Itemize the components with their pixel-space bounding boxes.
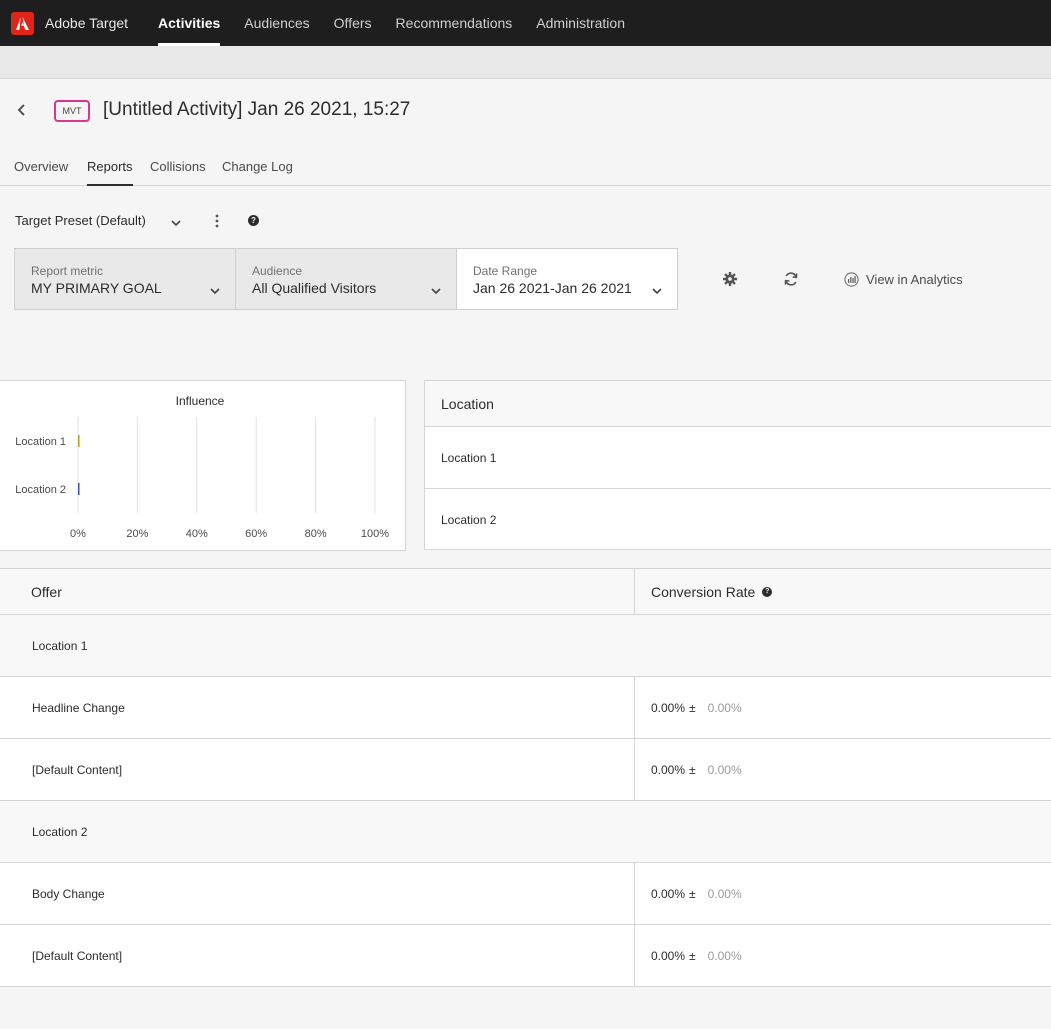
conversion-rate-value: 0.00% <box>651 948 686 963</box>
influence-chart: Influence 0% 20% 40% 60% 80% 100% Location 1 Lo… <box>0 380 406 551</box>
page-title: [Untitled Activity] Jan 26 2021, 15:27 <box>103 99 411 120</box>
conversion-rate-column-header[interactable]: Conversion Rate ? <box>634 569 1051 614</box>
nav-activities[interactable]: Activities <box>158 0 221 46</box>
sub-bar <box>0 46 1051 79</box>
location-row-1[interactable]: Location 1 <box>425 427 1051 489</box>
offer-name: [Default Content] <box>32 762 123 777</box>
report-metric-dropdown[interactable]: Report metric MY PRIMARY GOAL <box>14 248 236 310</box>
audience-dropdown[interactable]: Audience All Qualified Visitors <box>235 248 457 310</box>
report-metric-value: MY PRIMARY GOAL <box>31 280 162 296</box>
x-tick-label: 40% <box>186 528 208 540</box>
table-group-row: Location 2 <box>0 801 1051 863</box>
y-category-label: Location 2 <box>15 484 66 496</box>
date-range-dropdown[interactable]: Date Range Jan 26 2021-Jan 26 2021 <box>456 248 678 310</box>
tab-reports[interactable]: Reports <box>87 159 133 186</box>
plus-minus-sign: ± <box>689 886 696 901</box>
tab-overview[interactable]: Overview <box>14 159 68 186</box>
conversion-rate-label: Conversion Rate <box>651 583 756 600</box>
location-table: Location Location 1 Location 2 <box>424 380 1051 550</box>
offer-name: [Default Content] <box>32 948 123 963</box>
location-table-header: Location <box>425 381 1051 427</box>
conversion-rate-cell: 0.00% ±0.00% <box>634 739 1051 800</box>
offer-column-header[interactable]: Offer <box>0 569 634 614</box>
view-in-analytics-link[interactable]: View in Analytics <box>866 272 963 287</box>
table-group-row: Location 1 <box>0 615 1051 677</box>
conversion-rate-value: 0.00% <box>651 762 686 777</box>
nav-offers[interactable]: Offers <box>334 0 372 46</box>
offer-name: Body Change <box>32 886 105 901</box>
x-tick-label: 80% <box>305 528 327 540</box>
conversion-rate-cell: 0.00% ±0.00% <box>634 677 1051 738</box>
audience-label: Audience <box>252 264 303 278</box>
plus-minus-sign: ± <box>689 948 696 963</box>
offer-table: Offer Conversion Rate ? Location 1 Headli… <box>0 568 1051 987</box>
confidence-interval-value: 0.00% <box>707 948 742 963</box>
confidence-interval-value: 0.00% <box>707 886 742 901</box>
location-row-2[interactable]: Location 2 <box>425 489 1051 551</box>
y-category-label: Location 1 <box>15 436 66 448</box>
conversion-rate-value: 0.00% <box>651 700 686 715</box>
top-nav: Adobe Target Activities Audiences Offers… <box>0 0 1051 46</box>
conversion-rate-cell <box>634 615 1051 676</box>
influence-bar[interactable] <box>78 435 80 447</box>
conversion-rate-cell: 0.00% ±0.00% <box>634 863 1051 924</box>
chevron-down-icon <box>209 283 221 301</box>
chevron-down-icon[interactable] <box>170 215 182 233</box>
audience-value: All Qualified Visitors <box>252 280 377 296</box>
activity-type-badge: MVT <box>54 100 90 122</box>
report-metric-label: Report metric <box>31 264 104 278</box>
x-tick-label: 60% <box>245 528 267 540</box>
offer-table-header: Offer Conversion Rate ? <box>0 569 1051 615</box>
table-row[interactable]: [Default Content] 0.00% ±0.00% <box>0 925 1051 987</box>
location-group-label: Location 1 <box>32 638 88 653</box>
conversion-rate-cell: 0.00% ±0.00% <box>634 925 1051 986</box>
settings-gear-icon[interactable] <box>722 271 738 292</box>
conversion-rate-cell <box>634 801 1051 862</box>
tab-change-log[interactable]: Change Log <box>222 159 293 186</box>
refresh-icon[interactable] <box>783 271 799 292</box>
influence-bar[interactable] <box>78 483 80 495</box>
table-row[interactable]: Headline Change 0.00% ±0.00% <box>0 677 1051 739</box>
nav-audiences[interactable]: Audiences <box>244 0 309 46</box>
x-tick-label: 20% <box>126 528 148 540</box>
tab-bar: Overview Reports Collisions Change Log <box>0 150 1051 186</box>
plus-minus-sign: ± <box>689 700 696 715</box>
location-group-label: Location 2 <box>32 824 88 839</box>
back-arrow-icon[interactable] <box>14 101 30 119</box>
help-icon[interactable]: ? <box>762 586 773 597</box>
help-icon[interactable]: ? <box>248 215 259 226</box>
tab-collisions[interactable]: Collisions <box>150 159 206 186</box>
more-options-icon[interactable] <box>213 213 221 234</box>
x-tick-label: 100% <box>361 528 389 540</box>
conversion-rate-value: 0.00% <box>651 886 686 901</box>
report-preset-select[interactable]: Target Preset (Default) <box>15 213 146 228</box>
adobe-logo-icon[interactable] <box>11 11 34 35</box>
x-tick-label: 0% <box>70 528 86 540</box>
offer-name: Headline Change <box>32 700 125 715</box>
plus-minus-sign: ± <box>689 762 696 777</box>
app-name[interactable]: Adobe Target <box>45 15 128 31</box>
date-range-label: Date Range <box>473 264 538 278</box>
nav-administration[interactable]: Administration <box>536 0 625 46</box>
influence-chart-svg: 0% 20% 40% 60% 80% 100% Location 1 Location 2 <box>15 417 389 540</box>
date-range-value: Jan 26 2021-Jan 26 2021 <box>473 280 632 296</box>
chevron-down-icon <box>430 283 442 301</box>
confidence-interval-value: 0.00% <box>707 762 742 777</box>
table-row[interactable]: [Default Content] 0.00% ±0.00% <box>0 739 1051 801</box>
analytics-icon[interactable] <box>844 272 859 292</box>
confidence-interval-value: 0.00% <box>707 700 742 715</box>
nav-recommendations[interactable]: Recommendations <box>396 0 513 46</box>
chevron-down-icon <box>651 283 663 301</box>
table-row[interactable]: Body Change 0.00% ±0.00% <box>0 863 1051 925</box>
